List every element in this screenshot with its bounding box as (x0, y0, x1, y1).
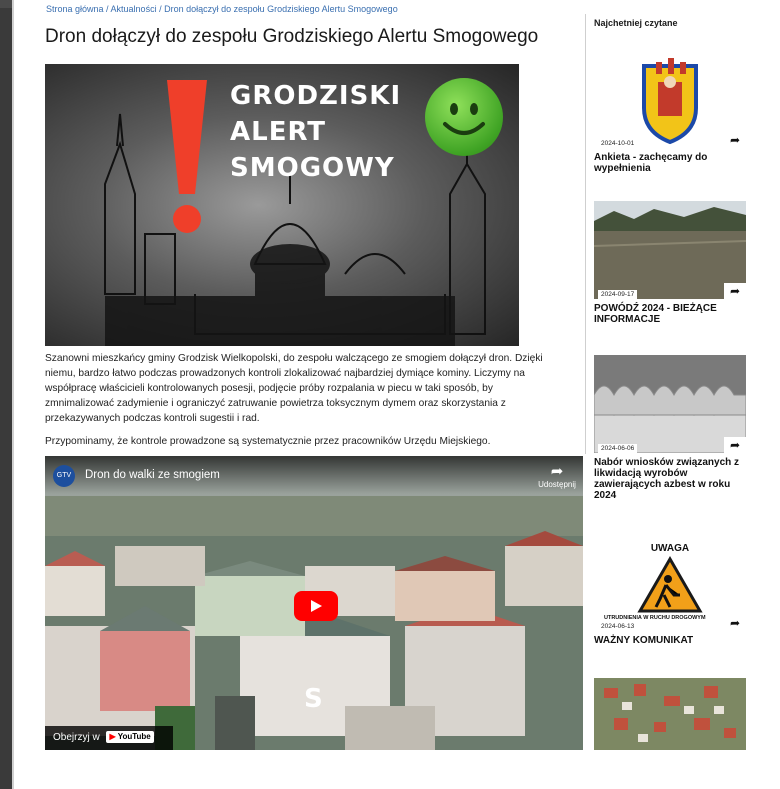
sidebar-item[interactable] (594, 678, 746, 750)
sidebar-thumbnail[interactable]: 2024-10-01 ➦ (594, 52, 746, 148)
share-label: Udostępnij (538, 480, 576, 489)
article-paragraph: Szanowni mieszkańcy gminy Grodzisk Wielk… (45, 353, 543, 424)
watch-label: Obejrzyj w (53, 732, 100, 743)
sidebar-thumbnail[interactable]: UWAGA UTRUDNIENIA W RUCHU DROGOWYM 2024-… (594, 535, 746, 631)
youtube-logo-icon: ▶ YouTube (106, 731, 154, 744)
share-icon[interactable]: ➦ (724, 132, 746, 148)
share-icon: ➦ (550, 463, 564, 480)
hero-image: GRODZISKI ALERT SMOGOWY (45, 64, 519, 346)
alert-exclamation (167, 80, 207, 194)
video-title[interactable]: Dron do walki ze smogiem (85, 469, 220, 481)
share-button[interactable]: ➦ Udostępnij (532, 463, 582, 490)
sidebar-thumbnail[interactable]: 2024-09-17 ➦ (594, 201, 746, 299)
hero-title: GRODZISKI ALERT SMOGOWY (230, 78, 401, 186)
sidebar-item[interactable]: 2024-10-01 ➦ Ankieta - zachęcamy do wype… (594, 52, 746, 174)
column-divider (585, 14, 586, 454)
hero-line-2: ALERT (230, 117, 327, 147)
hero-line-3: SMOGOWY (230, 153, 395, 183)
breadcrumb[interactable]: Strona główna / Aktualności / Dron dołąc… (46, 4, 566, 14)
item-title[interactable]: Ankieta - zachęcamy do wypełnienia (594, 152, 746, 174)
article-paragraph: Przypominamy, że kontrole prowadzone są … (45, 436, 491, 447)
item-title[interactable]: POWÓDŹ 2024 - BIEŻĄCE INFORMACJE (594, 303, 746, 325)
watch-on-youtube-button[interactable]: Obejrzyj w ▶ YouTube (45, 726, 173, 750)
share-icon[interactable]: ➦ (724, 283, 746, 299)
thumb-caption: UTRUDNIENIA W RUCHU DROGOWYM (604, 615, 706, 621)
play-button[interactable] (294, 591, 338, 621)
channel-logo[interactable]: GTV (53, 465, 75, 487)
item-date: 2024-06-06 (598, 444, 638, 453)
sidebar-thumbnail[interactable]: 2024-06-06 ➦ (594, 355, 746, 453)
item-date: 2024-06-13 (598, 622, 638, 631)
thumb-heading: UWAGA (650, 543, 690, 554)
item-title[interactable]: WAŻNY KOMUNIKAT (594, 635, 746, 646)
sidebar-item[interactable]: 2024-06-06 ➦ Nabór wniosków związanych z… (594, 355, 746, 501)
sidebar-thumbnail[interactable] (594, 678, 746, 750)
page-title: Dron dołączył do zespołu Grodziskiego Al… (45, 26, 539, 47)
video-player[interactable]: GTV Dron do walki ze smogiem ➦ Udostępni… (45, 456, 583, 750)
item-date: 2024-10-01 (598, 139, 638, 148)
sidebar-item[interactable]: 2024-09-17 ➦ POWÓDŹ 2024 - BIEŻĄCE INFOR… (594, 201, 746, 325)
item-date: 2024-09-17 (598, 290, 638, 299)
share-icon[interactable]: ➦ (724, 615, 746, 631)
share-icon[interactable]: ➦ (724, 437, 746, 453)
hero-line-1: GRODZISKI (230, 81, 402, 111)
smiley-icon (425, 78, 503, 156)
page-frame: Strona główna / Aktualności / Dron dołąc… (12, 0, 780, 789)
aerial-town-image (594, 678, 746, 750)
sidebar-item[interactable]: UWAGA UTRUDNIENIA W RUCHU DROGOWYM 2024-… (594, 535, 746, 646)
youtube-label: YouTube (117, 732, 151, 742)
video-overlay-letter: S (304, 684, 323, 714)
item-title[interactable]: Nabór wniosków związanych z likwidacją w… (594, 457, 746, 501)
sidebar-heading: Najchetniej czytane (594, 18, 678, 28)
